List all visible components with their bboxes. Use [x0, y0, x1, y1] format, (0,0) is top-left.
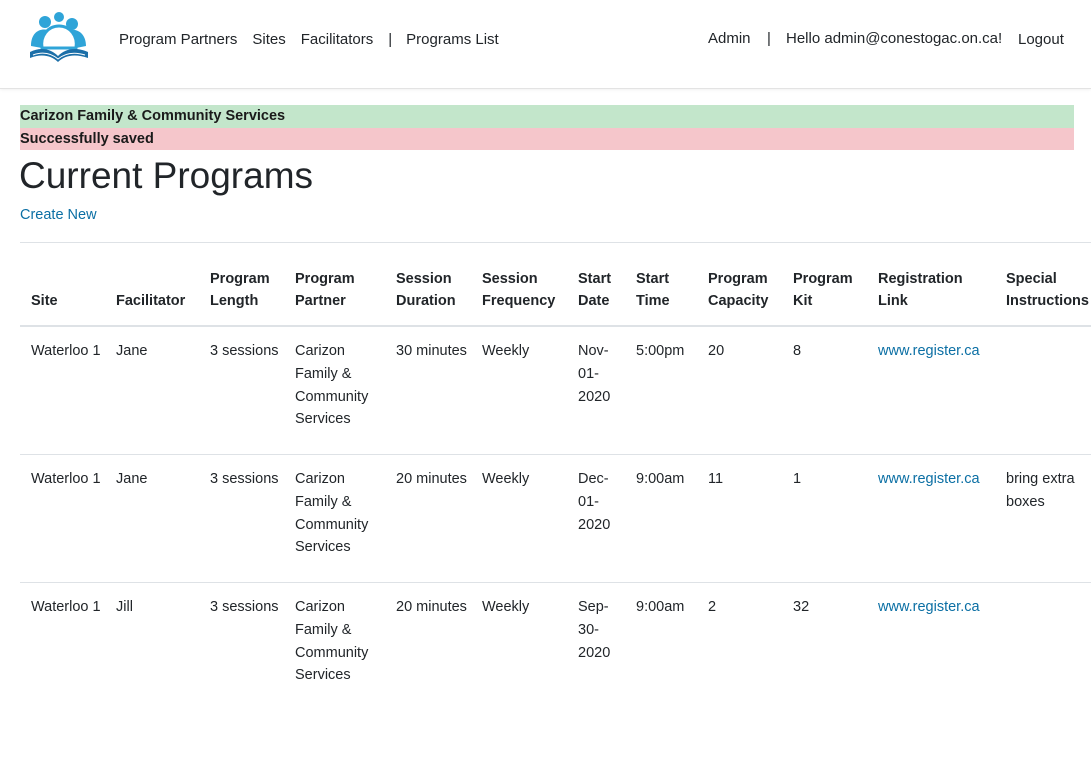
col-header-program-kit: Program Kit: [782, 242, 867, 327]
cell-facilitator: Jill: [105, 582, 199, 708]
cell-special-instructions: [995, 582, 1091, 708]
col-header-program-capacity: Program Capacity: [697, 242, 782, 327]
registration-link[interactable]: www.register.ca: [878, 343, 980, 359]
navbar: Program Partners Sites Facilitators | Pr…: [0, 0, 1091, 89]
cell-site: Waterloo 1: [20, 582, 105, 708]
col-header-special-instructions: Special Instructions: [995, 242, 1091, 327]
cell-program-capacity: 20: [708, 343, 725, 359]
nav-program-partners[interactable]: Program Partners: [119, 31, 237, 48]
cell-program-capacity: 2: [697, 582, 782, 708]
col-header-program-partner: Program Partner: [284, 242, 385, 327]
cell-session-duration: 20 minutes: [385, 454, 471, 583]
saved-alert: Successfully saved: [20, 128, 1074, 150]
col-header-site: Site: [20, 242, 105, 327]
col-header-registration-link: Registration Link: [867, 242, 995, 327]
cell-program-kit: 32: [782, 582, 867, 708]
cell-special-instructions: bring extra boxes: [995, 454, 1091, 583]
col-header-start-time: Start Time: [625, 242, 697, 327]
col-header-facilitator: Facilitator: [105, 242, 199, 327]
cell-site: Waterloo 1: [20, 454, 105, 583]
table-header-row: Site Facilitator Program Length Program …: [20, 242, 1091, 327]
nav-facilitators[interactable]: Facilitators: [301, 31, 374, 48]
cell-session-duration: 20 minutes: [385, 582, 471, 708]
cell-program-length: 3 sessions: [199, 454, 284, 583]
cell-program-kit: 1: [782, 454, 867, 583]
cell-facilitator: Jane: [105, 454, 199, 583]
cell-start-date: Dec-01-2020: [567, 454, 625, 583]
cell-registration-link: www.register.ca: [867, 326, 995, 455]
logo-icon[interactable]: [26, 8, 90, 68]
cell-registration-link: www.register.ca: [867, 582, 995, 708]
cell-site: Waterloo 1: [31, 343, 101, 359]
cell-session-frequency: Weekly: [471, 582, 567, 708]
table-row: Waterloo 1 Jane 3 sessions Carizon Famil…: [20, 326, 1091, 455]
col-header-program-length: Program Length: [199, 242, 284, 327]
cell-program-partner: Carizon Family & Community Services: [284, 582, 385, 708]
nav-right-separator: |: [767, 30, 771, 47]
col-header-session-duration: Session Duration: [385, 242, 471, 327]
cell-program-kit: 8: [793, 343, 802, 359]
cell-start-time: 9:00am: [625, 454, 697, 583]
cell-start-time: 5:00pm: [636, 343, 685, 359]
registration-link[interactable]: www.register.ca: [878, 599, 980, 615]
cell-session-frequency: Weekly: [471, 454, 567, 583]
registration-link[interactable]: www.register.ca: [878, 471, 980, 487]
nav-programs-list[interactable]: Programs List: [406, 31, 499, 48]
programs-table: Site Facilitator Program Length Program …: [20, 242, 1091, 708]
cell-facilitator: Jane: [116, 343, 148, 359]
logout-link[interactable]: Logout: [1018, 31, 1064, 48]
main-nav: Program Partners Sites Facilitators | Pr…: [119, 31, 499, 48]
cell-session-frequency: Weekly: [482, 343, 530, 359]
page-title: Current Programs: [19, 155, 314, 196]
col-header-session-frequency: Session Frequency: [471, 242, 567, 327]
col-header-start-date: Start Date: [567, 242, 625, 327]
cell-program-length: 3 sessions: [199, 582, 284, 708]
nav-separator: |: [388, 31, 393, 48]
cell-start-time: 9:00am: [625, 582, 697, 708]
table-row: Waterloo 1 Jill 3 sessions Carizon Famil…: [20, 582, 1091, 708]
cell-special-instructions: [995, 326, 1091, 455]
cell-session-duration: 30 minutes: [396, 343, 467, 359]
create-new-link[interactable]: Create New: [20, 207, 97, 223]
partner-alert: Carizon Family & Community Services: [20, 105, 1074, 128]
cell-start-date: Nov-01-2020: [578, 343, 611, 405]
table-row: Waterloo 1 Jane 3 sessions Carizon Famil…: [20, 454, 1091, 583]
cell-program-capacity: 11: [697, 454, 782, 583]
cell-start-date: Sep-30-2020: [567, 582, 625, 708]
nav-sites[interactable]: Sites: [252, 31, 285, 48]
nav-admin[interactable]: Admin: [708, 30, 751, 47]
user-greeting[interactable]: Hello admin@conestogac.on.ca!: [786, 30, 1002, 47]
cell-program-partner: Carizon Family & Community Services: [295, 343, 369, 428]
cell-program-partner: Carizon Family & Community Services: [284, 454, 385, 583]
cell-registration-link: www.register.ca: [867, 454, 995, 583]
cell-program-length: 3 sessions: [210, 343, 279, 359]
